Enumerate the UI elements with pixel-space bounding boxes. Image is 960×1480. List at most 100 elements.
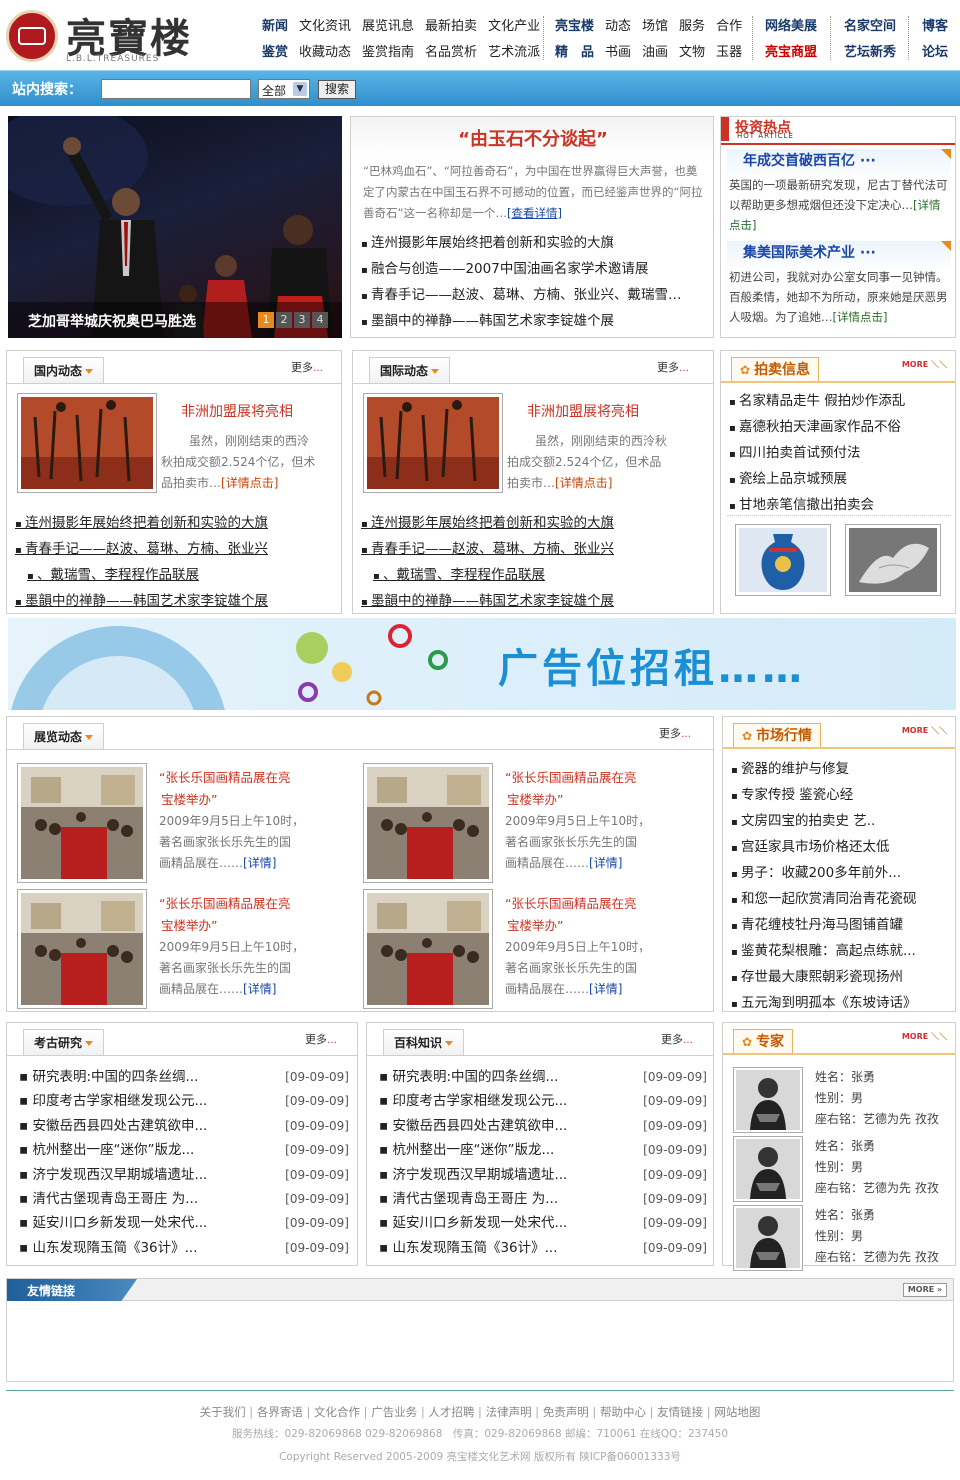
- list-item[interactable]: 和您一起欣赏清同治青花瓷砚: [731, 887, 955, 913]
- tab-domestic[interactable]: 国内动态: [23, 357, 105, 383]
- detail-link[interactable]: [详情]: [243, 982, 276, 996]
- nav-item[interactable]: 艺术流派: [488, 45, 540, 60]
- nav-item[interactable]: 文化资讯: [299, 19, 351, 34]
- list-item[interactable]: 男子：收藏200多年前外...: [731, 861, 955, 887]
- nav-item[interactable]: 亮宝商盟: [765, 45, 817, 60]
- ad-banner[interactable]: 广告位招租……: [8, 618, 956, 710]
- search-scope-select[interactable]: 全部 ▼: [258, 79, 310, 99]
- list-item[interactable]: 青春手记——赵波、葛琳、方楠、张业兴: [361, 537, 707, 563]
- tab-experts[interactable]: ✿ 专家: [733, 1029, 794, 1053]
- footer-link[interactable]: 网站地图: [714, 1405, 760, 1419]
- tab-archaeology[interactable]: 考古研究: [23, 1029, 105, 1055]
- nav-item[interactable]: 网络美展: [765, 19, 817, 34]
- exhibition-thumbnail[interactable]: [363, 889, 493, 1009]
- list-item[interactable]: ▪ 安徽岳西县四处古建筑欲申...: [19, 1114, 207, 1138]
- vase-thumbnail[interactable]: [735, 524, 831, 596]
- footer-link[interactable]: 帮助中心: [600, 1405, 646, 1419]
- footer-link[interactable]: 人才招聘: [428, 1405, 474, 1419]
- exhibition-thumbnail[interactable]: [363, 763, 493, 883]
- list-item[interactable]: 墨韻中的禅静——韩国艺术家李锭雄个展: [361, 589, 707, 615]
- tab-international[interactable]: 国际动态: [369, 357, 451, 383]
- list-item[interactable]: 瓷绘上品京城预展: [729, 467, 951, 493]
- list-item[interactable]: 青花缠枝牡丹海马图铺首罐: [731, 913, 955, 939]
- list-item[interactable]: 四川拍卖首试预付法: [729, 441, 951, 467]
- pager-button[interactable]: 3: [294, 312, 310, 328]
- detail-link[interactable]: [详情点击]: [221, 476, 278, 490]
- nav-item[interactable]: 书画: [605, 45, 631, 60]
- list-item[interactable]: 青春手记——赵波、葛琳、方楠、张业兴: [15, 537, 337, 563]
- nav-item[interactable]: 最新拍卖: [425, 19, 477, 34]
- list-item[interactable]: ▪ 安徽岳西县四处古建筑欲申...: [379, 1114, 567, 1138]
- nav-item[interactable]: 展览讯息: [362, 19, 414, 34]
- nav-item[interactable]: 服务: [679, 19, 705, 34]
- detail-link[interactable]: [详情]: [243, 856, 276, 870]
- sculpture-thumbnail[interactable]: [845, 524, 941, 596]
- footer-link[interactable]: 文化合作: [314, 1405, 360, 1419]
- exhibition-title[interactable]: “张长乐国画精品展在亮 宝楼举办”: [159, 767, 290, 811]
- list-item-cont[interactable]: 、戴瑞雪、李程程作品联展: [15, 563, 337, 589]
- exhibition-thumbnail[interactable]: [17, 889, 147, 1009]
- expert-avatar[interactable]: [733, 1205, 803, 1271]
- list-item[interactable]: ▪ 印度考古学家相继发现公元...: [379, 1089, 567, 1113]
- hero-slideshow[interactable]: 芝加哥举城庆祝奥巴马胜选 1 2 3 4: [8, 116, 342, 338]
- footer-link[interactable]: 各界寄语: [257, 1405, 303, 1419]
- more-link[interactable]: 更多…: [305, 1031, 337, 1047]
- pager-button[interactable]: 4: [312, 312, 328, 328]
- nav-item[interactable]: 合作: [716, 19, 742, 34]
- feature-more-link[interactable]: [查看详情]: [507, 206, 562, 220]
- footer-link[interactable]: 关于我们: [200, 1405, 246, 1419]
- nav-item[interactable]: 油画: [642, 45, 668, 60]
- detail-link[interactable]: [详情点击]: [555, 476, 612, 490]
- hero-caption[interactable]: 芝加哥举城庆祝奥巴马胜选: [28, 311, 196, 331]
- expert-avatar[interactable]: [733, 1067, 803, 1133]
- nav-item[interactable]: 艺坛新秀: [844, 45, 896, 60]
- list-item[interactable]: 连州摄影年展始终把着创新和实验的大旗: [15, 511, 337, 537]
- news-thumbnail[interactable]: [17, 393, 157, 493]
- list-item[interactable]: 名家精品走牛 假拍炒作添乱: [729, 389, 951, 415]
- list-item[interactable]: 青春手记——赵波、葛琳、方楠、张业兴、戴瑞雪…: [361, 283, 711, 309]
- list-item[interactable]: 文房四宝的拍卖史 艺..: [731, 809, 955, 835]
- nav-item[interactable]: 文物: [679, 45, 705, 60]
- news-thumbnail[interactable]: [363, 393, 503, 493]
- footer-link[interactable]: 友情链接: [657, 1405, 703, 1419]
- list-item-cont[interactable]: 、戴瑞雪、李程程作品联展: [361, 563, 707, 589]
- exhibition-title[interactable]: “张长乐国画精品展在亮 宝楼举办”: [505, 893, 636, 937]
- more-link[interactable]: 更多…: [291, 359, 323, 375]
- site-logo[interactable]: 亮寶楼 L.B.L.TREASURES: [6, 8, 196, 66]
- list-item[interactable]: 连州摄影年展始终把着创新和实验的大旗: [361, 231, 711, 257]
- search-input[interactable]: [101, 79, 251, 99]
- footer-link[interactable]: 免责声明: [543, 1405, 589, 1419]
- nav-item[interactable]: 文化产业: [488, 19, 540, 34]
- list-item[interactable]: 五元淘到明孤本《东坡诗话》: [731, 991, 955, 1017]
- feature-title[interactable]: “由玉石不分谈起”: [351, 125, 715, 151]
- list-item[interactable]: ▪ 山东发现隋玉简《36计》...: [19, 1236, 198, 1260]
- list-item[interactable]: ▪ 济宁发现西汉早期城墙遗址...: [19, 1163, 207, 1187]
- hot-item-title[interactable]: 年成交首破西百亿 ···: [727, 149, 951, 173]
- list-item[interactable]: ▪ 研究表明:中国的四条丝绸...: [379, 1065, 558, 1089]
- more-link[interactable]: 更多…: [661, 1031, 693, 1047]
- list-item[interactable]: 墨韻中的禅静——韩国艺术家李锭雄个展: [361, 309, 711, 335]
- list-item[interactable]: ▪ 清代古堡现青岛王哥庄 为...: [19, 1187, 198, 1211]
- exhibition-title[interactable]: “张长乐国画精品展在亮 宝楼举办”: [505, 767, 636, 811]
- list-item[interactable]: 嘉德秋拍天津画家作品不俗: [729, 415, 951, 441]
- list-item[interactable]: 存世最大康熙朝彩瓷现扬州: [731, 965, 955, 991]
- nav-item[interactable]: 收藏动态: [299, 45, 351, 60]
- list-item[interactable]: 专家传授 鉴瓷心经: [731, 783, 955, 809]
- list-item[interactable]: 融合与创造——2007中国油画名家学术邀请展: [361, 257, 711, 283]
- exhibition-title[interactable]: “张长乐国画精品展在亮 宝楼举办”: [159, 893, 290, 937]
- exhibition-thumbnail[interactable]: [17, 763, 147, 883]
- hot-item-more[interactable]: [详情点击]: [833, 310, 888, 324]
- more-link[interactable]: MORE ＼＼: [902, 359, 947, 370]
- search-button[interactable]: 搜索: [318, 80, 356, 99]
- more-link[interactable]: MORE ＼＼: [902, 725, 947, 736]
- list-item[interactable]: ▪ 研究表明:中国的四条丝绸...: [19, 1065, 198, 1089]
- nav-item[interactable]: 玉器: [716, 45, 742, 60]
- news-headline[interactable]: 非洲加盟展将亮相: [181, 401, 293, 421]
- footer-link[interactable]: 法律声明: [486, 1405, 532, 1419]
- tab-exhibition[interactable]: 展览动态: [23, 723, 105, 749]
- list-item[interactable]: ▪ 山东发现隋玉简《36计》...: [379, 1236, 558, 1260]
- list-item[interactable]: ▪ 印度考古学家相继发现公元...: [19, 1089, 207, 1113]
- nav-item[interactable]: 鉴赏: [262, 45, 288, 60]
- list-item[interactable]: ▪ 清代古堡现青岛王哥庄 为...: [379, 1187, 558, 1211]
- nav-item[interactable]: 鉴赏指南: [362, 45, 414, 60]
